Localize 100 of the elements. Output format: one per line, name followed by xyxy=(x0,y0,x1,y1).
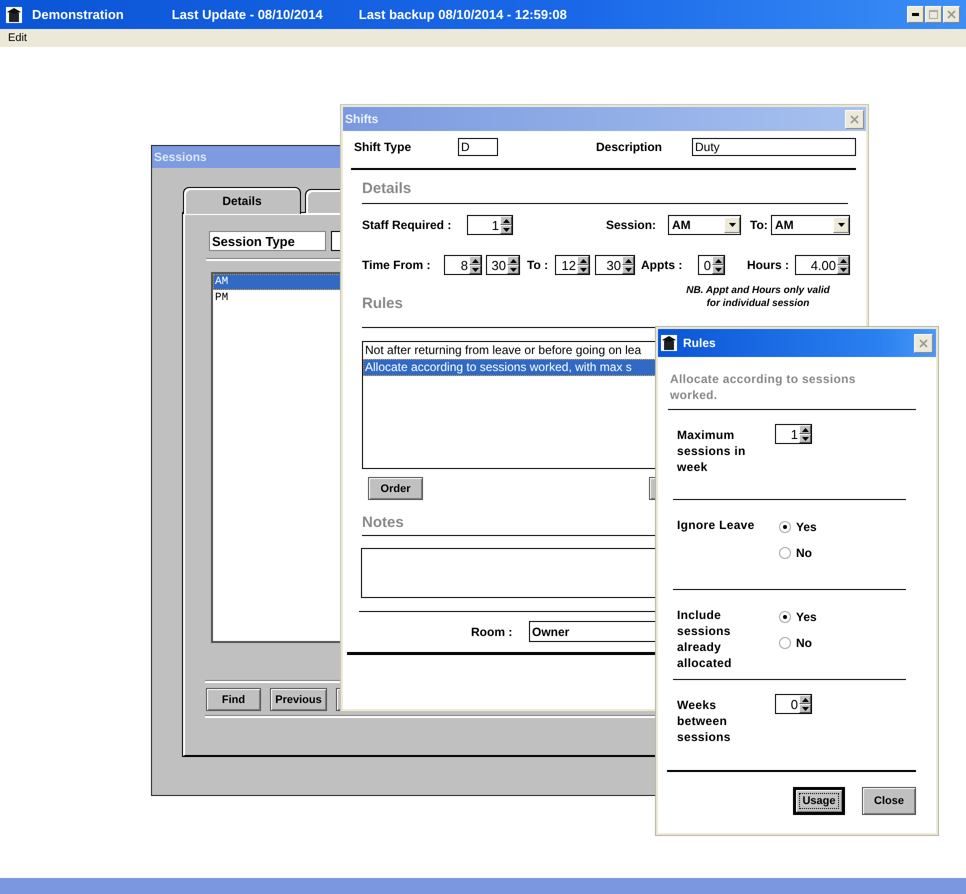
close-icon xyxy=(850,114,859,124)
spin-down-button[interactable] xyxy=(799,704,811,713)
field-label: To: xyxy=(750,217,769,233)
spin-down-button[interactable] xyxy=(712,265,724,274)
spin-up-button[interactable] xyxy=(622,256,634,265)
close-button[interactable] xyxy=(845,110,864,128)
minimize-button[interactable] xyxy=(907,6,924,23)
maximize-icon xyxy=(929,10,938,19)
last-backup-text: Last backup 08/10/2014 - 12:59:08 xyxy=(358,7,567,22)
spinner-field[interactable]: 0 xyxy=(698,255,725,275)
note-text: NB. Appt and Hours only valid for individual session xyxy=(685,284,831,310)
radio-button[interactable] xyxy=(779,547,791,559)
minute-spinner[interactable]: 30 xyxy=(486,255,520,275)
radio-label: No xyxy=(796,546,812,560)
down-arrow-icon xyxy=(580,268,586,272)
spin-up-button[interactable] xyxy=(469,256,481,265)
spin-up-button[interactable] xyxy=(577,256,589,265)
spin-down-button[interactable] xyxy=(469,265,481,274)
nav-button[interactable]: Find xyxy=(206,688,261,711)
hour-spinner[interactable]: 8 xyxy=(444,255,482,275)
spin-down-button[interactable] xyxy=(577,265,589,274)
up-arrow-icon xyxy=(714,258,722,262)
field-label: Maximum sessions in week xyxy=(676,427,747,476)
section-heading: Details xyxy=(362,180,412,198)
tab[interactable]: Details xyxy=(183,187,301,214)
spin-down-button[interactable] xyxy=(500,225,512,234)
last-update-text: Last Update - 08/10/2014 xyxy=(172,7,323,22)
up-arrow-icon xyxy=(502,218,510,222)
spin-up-button[interactable] xyxy=(837,256,849,265)
field-label: Weeks between sessions xyxy=(676,697,732,746)
shift-type-field[interactable]: D xyxy=(458,138,498,156)
spinner-field[interactable]: 1 xyxy=(467,215,513,235)
down-arrow-icon xyxy=(624,268,632,272)
window-title: Shifts xyxy=(345,112,378,126)
up-arrow-icon xyxy=(802,428,808,432)
dialog-button[interactable]: Close xyxy=(862,787,916,815)
close-icon xyxy=(947,10,956,19)
spin-down-button[interactable] xyxy=(837,265,849,274)
radio-button[interactable] xyxy=(779,637,791,649)
field-label: Appts : xyxy=(641,257,684,273)
spin-up-button[interactable] xyxy=(712,256,724,265)
spin-up-button[interactable] xyxy=(799,425,811,434)
spin-down-button[interactable] xyxy=(622,265,634,274)
field-label: Description xyxy=(596,139,664,155)
menu-item[interactable]: Edit xyxy=(8,32,27,44)
app-title: Demonstration xyxy=(32,7,124,22)
close-button[interactable] xyxy=(914,334,933,352)
spin-up-button[interactable] xyxy=(799,695,811,704)
field-label: Room : xyxy=(471,624,514,640)
radio-button[interactable] xyxy=(779,611,791,623)
section-heading: Rules xyxy=(362,295,403,313)
close-icon xyxy=(919,338,928,348)
minute-spinner[interactable]: 30 xyxy=(595,255,635,275)
radio-label: Yes xyxy=(796,520,817,534)
spin-up-button[interactable] xyxy=(507,256,519,265)
field-label: Ignore Leave xyxy=(676,517,755,534)
nav-button[interactable]: Previous xyxy=(270,688,327,711)
radio-label: Yes xyxy=(796,610,817,624)
down-arrow-icon xyxy=(840,268,846,272)
down-arrow-icon xyxy=(728,223,736,227)
down-arrow-icon xyxy=(838,223,844,227)
dialog-button[interactable]: Usage xyxy=(793,787,845,815)
radio-label: No xyxy=(796,636,812,650)
field-label: Session Type xyxy=(209,231,326,251)
field-label: Staff Required : xyxy=(362,217,452,233)
dropdown-button[interactable] xyxy=(833,217,849,233)
down-arrow-icon xyxy=(502,228,510,232)
section-heading: Notes xyxy=(362,514,404,532)
down-arrow-icon xyxy=(802,436,808,440)
window-title: Sessions xyxy=(154,150,207,164)
radio-button[interactable] xyxy=(779,521,791,533)
spinner-field[interactable]: 4.00 xyxy=(795,255,850,275)
spinner-field[interactable]: 0 xyxy=(775,694,812,714)
description-field[interactable]: Duty xyxy=(692,138,856,156)
down-arrow-icon xyxy=(802,706,808,710)
hour-spinner[interactable]: 12 xyxy=(555,255,590,275)
spin-down-button[interactable] xyxy=(507,265,519,274)
down-arrow-icon xyxy=(714,268,722,272)
down-arrow-icon xyxy=(472,268,478,272)
session-to-dropdown[interactable]: AM xyxy=(771,215,850,235)
up-arrow-icon xyxy=(580,258,586,262)
up-arrow-icon xyxy=(510,258,516,262)
up-arrow-icon xyxy=(472,258,478,262)
field-label: To : xyxy=(527,257,550,273)
minimize-icon xyxy=(912,13,919,16)
up-arrow-icon xyxy=(802,698,808,702)
order-button[interactable]: Order xyxy=(368,477,423,500)
session-dropdown[interactable]: AM xyxy=(668,215,741,235)
up-arrow-icon xyxy=(624,258,632,262)
spin-down-button[interactable] xyxy=(799,434,811,443)
down-arrow-icon xyxy=(510,268,516,272)
spin-up-button[interactable] xyxy=(500,216,512,225)
spinner-field[interactable]: 1 xyxy=(775,424,812,444)
dropdown-button[interactable] xyxy=(724,217,740,233)
app-icon xyxy=(661,335,677,351)
maximize-button[interactable] xyxy=(925,6,942,23)
close-button[interactable] xyxy=(943,6,960,23)
up-arrow-icon xyxy=(840,258,846,262)
window-title: Rules xyxy=(683,336,716,350)
field-label: Session: xyxy=(606,217,658,233)
